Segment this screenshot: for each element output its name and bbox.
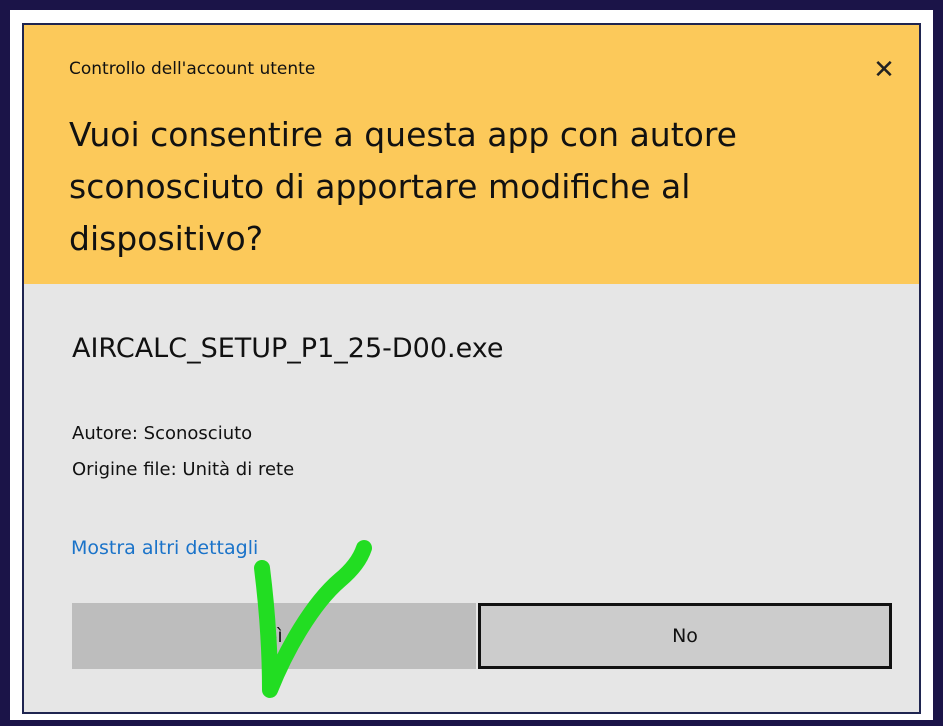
dialog-title: Controllo dell'account utente bbox=[69, 59, 316, 79]
uac-dialog: Controllo dell'account utente ✕ Vuoi con… bbox=[22, 23, 921, 714]
permission-question: Vuoi consentire a questa app con autore … bbox=[69, 115, 737, 258]
no-button[interactable]: No bbox=[478, 603, 892, 669]
yes-button-label: Sì bbox=[265, 625, 283, 647]
no-button-label: No bbox=[672, 625, 698, 647]
show-more-details-link[interactable]: Mostra altri dettagli bbox=[71, 537, 258, 559]
file-origin-info: Origine file: Unità di rete bbox=[72, 459, 295, 480]
publisher-info: Autore: Sconosciuto bbox=[72, 423, 253, 444]
file-name: AIRCALC_SETUP_P1_25-D00.exe bbox=[72, 333, 504, 364]
dialog-header: Controllo dell'account utente ✕ Vuoi con… bbox=[24, 25, 919, 284]
yes-button[interactable]: Sì bbox=[72, 603, 476, 669]
close-icon[interactable]: ✕ bbox=[869, 55, 899, 85]
